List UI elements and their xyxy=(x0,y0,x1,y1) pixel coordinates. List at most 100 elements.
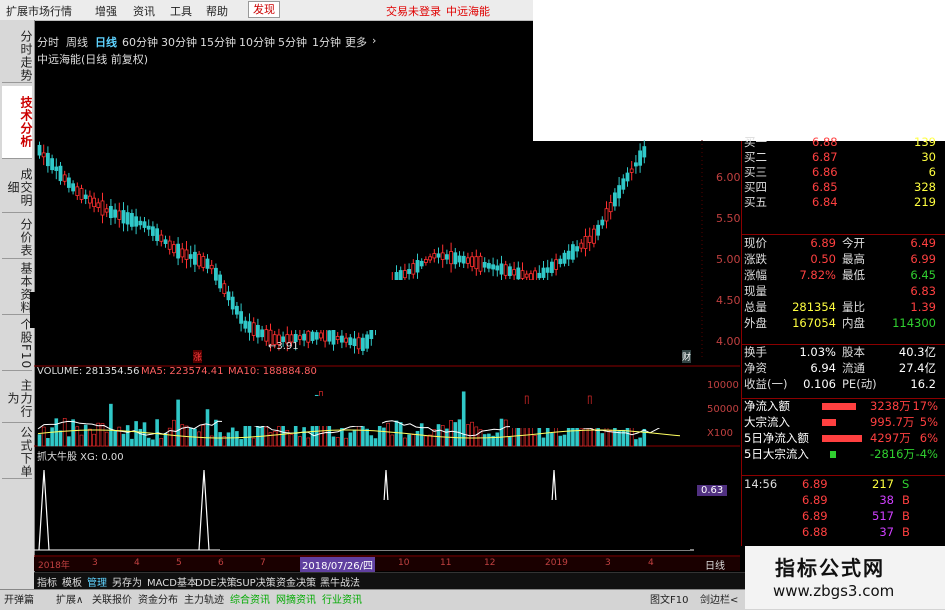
candle xyxy=(163,239,168,244)
tab-template[interactable]: 模板 xyxy=(62,574,82,589)
period-1m[interactable]: 1分钟 xyxy=(312,34,341,50)
tool-popup[interactable]: 开弹篇 xyxy=(4,591,34,606)
stat-row: 涨幅 7.82% 最低 6.45 xyxy=(742,268,942,283)
menu-enhance[interactable]: 增强 xyxy=(95,3,117,19)
candle xyxy=(453,252,458,265)
stat-row: 外盘 167054 内盘 114300 xyxy=(742,316,942,331)
volume-bar xyxy=(424,435,428,447)
side-tab-order[interactable]: 公式下单 xyxy=(2,426,33,479)
volume-bar xyxy=(230,427,235,447)
candle xyxy=(495,265,500,271)
volume-bar xyxy=(298,436,302,447)
period-more[interactable]: 更多 xyxy=(345,34,367,50)
tab-sup[interactable]: SUP决策 xyxy=(236,574,276,589)
bid-row: 买二 6.87 30 xyxy=(742,150,942,165)
period-60m[interactable]: 60分钟 xyxy=(122,34,158,50)
side-tab-main-force[interactable]: 主力行为 xyxy=(2,374,33,423)
period-day[interactable]: 日线 xyxy=(95,34,117,50)
candle xyxy=(465,257,470,264)
menu-market[interactable]: 扩展市场行情 xyxy=(6,3,72,19)
candle xyxy=(83,194,88,199)
menu-tools[interactable]: 工具 xyxy=(170,3,192,19)
volume-bar xyxy=(243,423,248,447)
tab-manage[interactable]: 管理 xyxy=(87,574,107,589)
tool-news[interactable]: 综合资讯 xyxy=(230,591,270,606)
volume-bar xyxy=(407,434,411,447)
day-tab[interactable]: 日线 xyxy=(705,557,725,572)
side-tab-basic-info[interactable]: 基本资料 xyxy=(2,262,33,315)
date-tick: 7 xyxy=(260,558,266,568)
stat-label: 现量 xyxy=(744,284,767,298)
candle xyxy=(579,242,584,249)
period-15m[interactable]: 15分钟 xyxy=(200,34,236,50)
candle xyxy=(575,246,579,252)
volume-bar xyxy=(117,426,122,447)
tool-fund-dist[interactable]: 资金分布 xyxy=(138,591,178,606)
bid-row: 买一 6.88 139 xyxy=(742,135,942,150)
tool-main-track[interactable]: 主力轨迹 xyxy=(184,591,224,606)
flow-pct: 17% xyxy=(912,399,938,413)
tab-dde[interactable]: DDE决策 xyxy=(195,574,237,589)
fin-row: 收益(一) 0.106 PE(动) 16.2 xyxy=(742,377,942,392)
side-tab-deals[interactable]: 成交明细 xyxy=(2,162,33,213)
side-tab-minute[interactable]: 分时走势 xyxy=(2,30,33,83)
period-5m[interactable]: 5分钟 xyxy=(278,34,307,50)
volume-value: VOLUME: 281354.56 xyxy=(37,366,140,377)
candle xyxy=(176,243,181,259)
candle xyxy=(608,202,613,213)
candle xyxy=(239,311,244,324)
tool-sidebar[interactable]: 剑边栏< xyxy=(700,591,738,606)
candle xyxy=(482,262,487,268)
menu-news[interactable]: 资讯 xyxy=(133,3,155,19)
candle xyxy=(79,188,84,200)
volume-bar xyxy=(104,431,109,447)
tick-row: 6.88 37 B xyxy=(742,525,942,540)
tab-black-bull[interactable]: 黑牛战法 xyxy=(320,574,360,589)
trade-status[interactable]: 交易未登录 xyxy=(386,3,441,19)
tool-web-news[interactable]: 网摘资讯 xyxy=(276,591,316,606)
tab-save-as[interactable]: 另存为 xyxy=(112,574,142,589)
tool-f10[interactable]: 图文F10 xyxy=(650,591,688,606)
bid-volume: 139 xyxy=(914,135,936,149)
candle xyxy=(516,267,521,280)
price-tick: 4.50 xyxy=(716,294,741,307)
signal-spike xyxy=(38,469,50,551)
volume-bar xyxy=(436,424,441,447)
volume-bar xyxy=(365,428,369,447)
volume-bar xyxy=(335,437,340,447)
period-10m[interactable]: 10分钟 xyxy=(239,34,275,50)
candle xyxy=(138,220,143,226)
side-tab-technical[interactable]: 技术分析 xyxy=(2,86,33,159)
period-week[interactable]: 周线 xyxy=(66,34,88,50)
volume-bar xyxy=(432,429,437,447)
volume-bar xyxy=(499,418,504,447)
volume-bar xyxy=(508,436,512,447)
side-tab-price-table[interactable]: 分价表 xyxy=(2,216,33,259)
candle xyxy=(634,162,638,167)
period-minute[interactable]: 分时 xyxy=(37,34,59,50)
date-cursor: 2018/07/26/四 xyxy=(300,557,376,572)
side-tab-f10[interactable]: 个股F10 xyxy=(2,318,33,371)
stock-name-link[interactable]: 中远海能 xyxy=(446,3,490,19)
tool-expand[interactable]: 扩展∧ xyxy=(56,591,83,606)
tool-industry-news[interactable]: 行业资讯 xyxy=(322,591,362,606)
volume-bar xyxy=(37,434,42,447)
volume-bar xyxy=(92,433,96,447)
vol-tick: 50000 xyxy=(707,404,739,415)
ma5-value: MA5: 223574.41 xyxy=(141,366,224,377)
candle xyxy=(600,219,605,226)
tool-related[interactable]: 关联报价 xyxy=(92,591,132,606)
chevron-right-icon[interactable]: › xyxy=(372,34,376,47)
cai-mark: 财 xyxy=(682,350,692,363)
candle xyxy=(67,177,71,188)
candle xyxy=(331,329,336,345)
candle xyxy=(411,263,416,275)
candle xyxy=(218,274,223,289)
menu-help[interactable]: 帮助 xyxy=(206,3,228,19)
tab-fund[interactable]: 资金决策 xyxy=(276,574,316,589)
candle xyxy=(121,210,126,224)
tab-indicator[interactable]: 指标 xyxy=(37,574,57,589)
menu-discover[interactable]: 发现 xyxy=(248,1,280,18)
tab-macd[interactable]: MACD基本 xyxy=(147,574,197,589)
period-30m[interactable]: 30分钟 xyxy=(161,34,197,50)
